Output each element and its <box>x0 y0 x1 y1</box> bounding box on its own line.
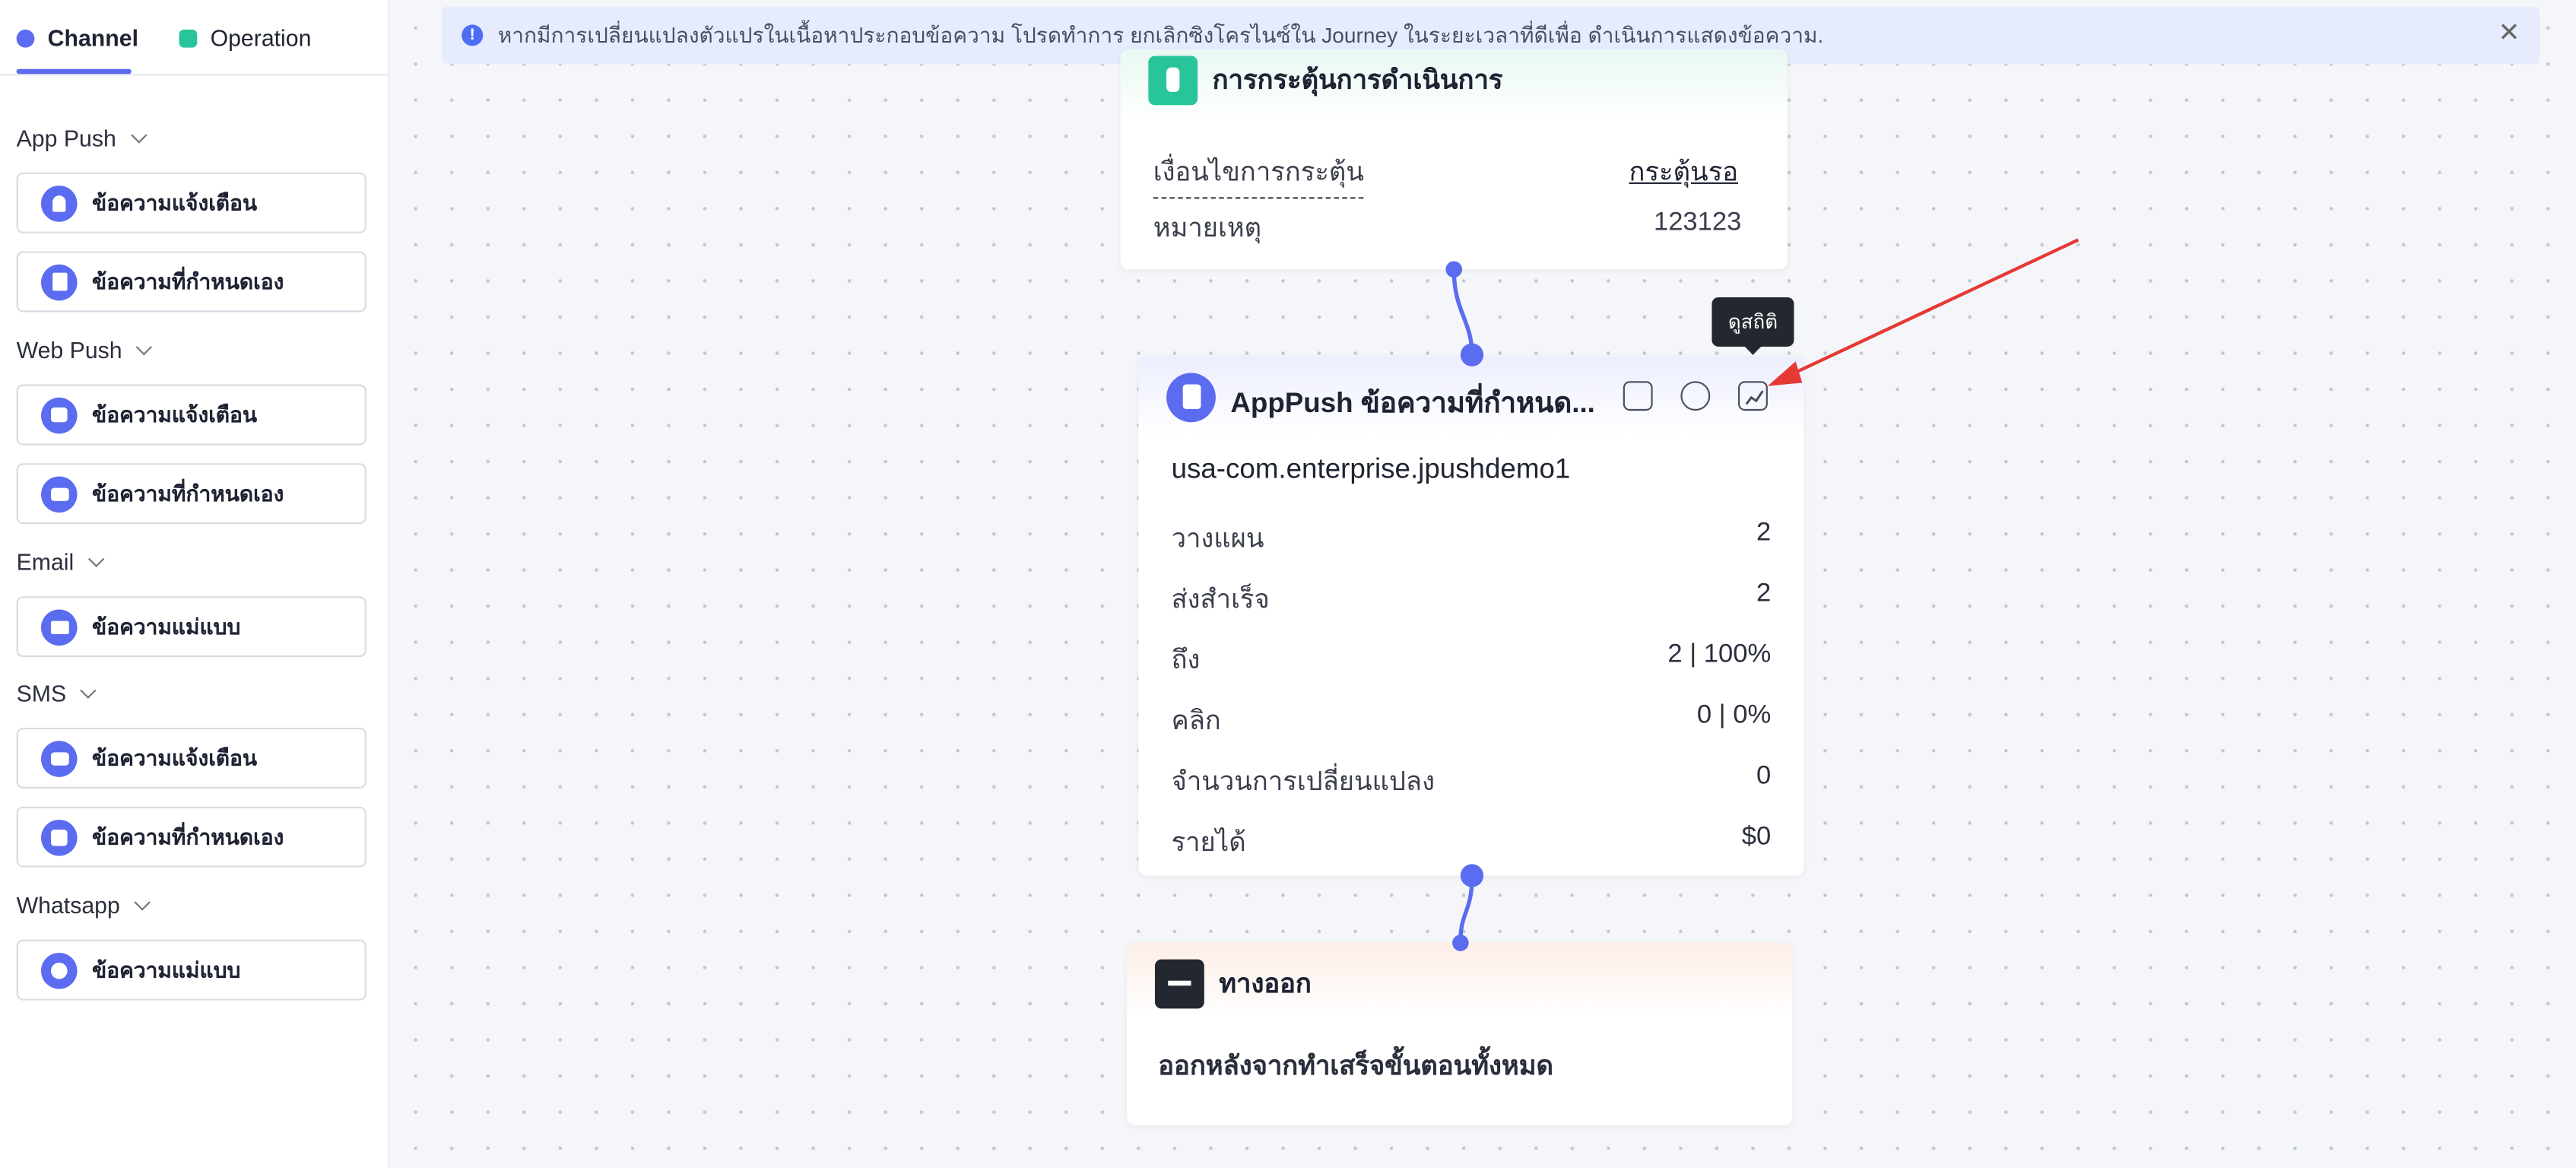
connector-port[interactable] <box>1445 261 1463 278</box>
connector-port[interactable] <box>1460 343 1484 367</box>
connector-port[interactable] <box>1460 864 1484 887</box>
overlay-marks <box>1445 238 2080 951</box>
trend-icon <box>1745 390 1764 405</box>
connector-port[interactable] <box>1452 935 1469 951</box>
annotation-arrow-head <box>1767 361 1803 386</box>
annotation-arrow-line <box>1786 238 2080 378</box>
